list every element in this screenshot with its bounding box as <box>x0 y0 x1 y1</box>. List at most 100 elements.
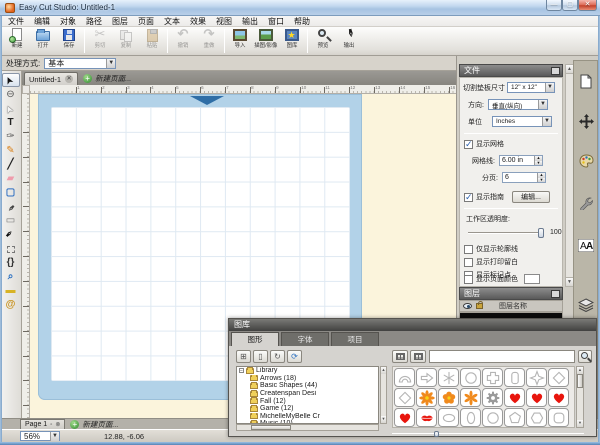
shape-flower6[interactable] <box>460 388 481 407</box>
maximize-button[interactable]: ▢ <box>562 0 578 11</box>
print-margin-checkbox[interactable] <box>464 258 473 267</box>
outlines-only-checkbox[interactable] <box>464 245 473 254</box>
shape-heart[interactable] <box>394 408 415 427</box>
shape-cross[interactable] <box>482 368 503 387</box>
shape-hexagon[interactable] <box>526 408 547 427</box>
pen-tool[interactable]: ✑ <box>2 130 20 144</box>
eyedropper-tool[interactable]: ✒ <box>2 200 20 214</box>
library-folder-tree[interactable]: −LibraryArrows (18)Basic Shapes (44)Crea… <box>236 366 379 424</box>
show-guides-checkbox[interactable] <box>464 193 473 202</box>
shape-circle[interactable] <box>482 408 503 427</box>
expander-icon[interactable]: − <box>239 368 244 373</box>
scroll-up-icon[interactable]: ▲ <box>566 65 573 74</box>
shape-heart[interactable] <box>504 388 525 407</box>
tree-vertical-scrollbar[interactable]: ▲ ▼ <box>380 366 387 424</box>
menu-item-4[interactable]: 路径 <box>81 16 107 27</box>
file-panel-header[interactable]: 文件 <box>459 64 563 77</box>
slider-thumb[interactable] <box>434 431 439 437</box>
tree-root-library[interactable]: −Library <box>237 367 378 375</box>
show-grid-checkbox[interactable] <box>464 140 473 149</box>
close-button[interactable]: ✕ <box>578 0 597 11</box>
edit-guides-button[interactable]: 编辑... <box>512 191 550 203</box>
wrench-icon[interactable] <box>578 195 594 211</box>
save-button[interactable]: 保存 <box>56 28 82 55</box>
close-icon[interactable]: ⊗ <box>55 421 60 428</box>
library-title-bar[interactable]: 图库 <box>229 319 596 331</box>
menu-item-11[interactable]: 窗口 <box>263 16 289 27</box>
spinner-buttons[interactable]: ▲▼ <box>537 173 545 182</box>
delete-button[interactable]: ▯ <box>253 350 268 363</box>
new-page-button[interactable]: + 新建页面... <box>78 72 136 85</box>
menu-item-10[interactable]: 输出 <box>237 16 263 27</box>
menu-item-12[interactable]: 帮助 <box>289 16 315 27</box>
tree-item-4[interactable]: Fall (12) <box>237 397 378 405</box>
shape-circle[interactable] <box>460 368 481 387</box>
shape-squircle[interactable] <box>548 408 569 427</box>
text-tool[interactable]: T <box>2 116 20 130</box>
scroll-down-icon[interactable]: ▼ <box>577 420 583 427</box>
shape-heart[interactable] <box>526 388 547 407</box>
library-window[interactable]: 图库 图形 字体 项目 ⊞ ▯ ↻ ⟳ −LibraryArrows (18)B… <box>228 318 597 437</box>
grid-view-small-button[interactable] <box>392 350 408 363</box>
menu-item-1[interactable]: 文件 <box>3 16 29 27</box>
shape-rounded-rect[interactable] <box>504 368 525 387</box>
scroll-thumb[interactable] <box>577 374 583 388</box>
subdivision-input[interactable]: 6 ▲▼ <box>502 172 546 183</box>
spinner-buttons[interactable]: ▲▼ <box>534 156 542 165</box>
output-pen-button[interactable]: ✒输出 <box>336 28 362 55</box>
tree-item-2[interactable]: Basic Shapes (44) <box>237 382 378 390</box>
knife-tool[interactable]: ✒ <box>2 228 20 242</box>
node-handles-tool[interactable]: {} <box>2 256 20 270</box>
shapes-vertical-scrollbar[interactable]: ▲ ▼ <box>576 366 584 428</box>
tab-fonts[interactable]: 字体 <box>281 332 329 346</box>
tree-item-6[interactable]: MichelleMyBelle Cr <box>237 413 378 421</box>
move-icon[interactable] <box>578 113 594 129</box>
library-search-input[interactable] <box>429 350 575 363</box>
shape-diamond[interactable] <box>394 388 415 407</box>
shape-flower5[interactable] <box>438 388 459 407</box>
tab-page-1[interactable]: Page 1 ▫ ⊗ <box>20 419 65 429</box>
scroll-up-icon[interactable]: ▲ <box>577 367 583 374</box>
scroll-up-icon[interactable]: ▲ <box>381 367 386 374</box>
eraser-tool[interactable]: ▰ <box>2 172 20 186</box>
shape-heart[interactable] <box>548 388 569 407</box>
crop-tool[interactable]: ▭ <box>2 214 20 228</box>
scroll-down-icon[interactable]: ▼ <box>566 277 573 286</box>
layers-panel-header[interactable]: 图层 <box>459 287 563 300</box>
library-star-button[interactable]: ★图库 <box>279 28 305 55</box>
layers-icon[interactable] <box>578 297 594 313</box>
tab-projects[interactable]: 项目 <box>331 332 379 346</box>
tab-untitled-1[interactable]: Untitled-1 ✕ <box>24 72 78 85</box>
lock-icon[interactable] <box>476 303 483 309</box>
menu-item-8[interactable]: 效果 <box>185 16 211 27</box>
menu-item-9[interactable]: 视图 <box>211 16 237 27</box>
line-tool[interactable]: ╱ <box>2 158 20 172</box>
page-color-checkbox[interactable] <box>464 275 473 284</box>
shape-ellipse-v[interactable] <box>460 408 481 427</box>
tab-shapes[interactable]: 图形 <box>231 332 279 346</box>
shape-gear[interactable] <box>482 388 503 407</box>
palette-icon[interactable] <box>578 153 594 169</box>
select-tool[interactable]: ➤ <box>2 73 20 87</box>
node-edit-tool[interactable]: ➤ <box>2 102 20 116</box>
refresh-button[interactable]: ⟳ <box>287 350 302 363</box>
slider-thumb[interactable] <box>538 228 544 238</box>
process-mode-select[interactable]: 基本 ▼ <box>44 58 116 69</box>
tree-item-5[interactable]: Game (12) <box>237 405 378 413</box>
shape-snowflake[interactable] <box>438 368 459 387</box>
marquee-tool[interactable] <box>2 242 20 256</box>
scroll-down-icon[interactable]: ▼ <box>381 416 386 423</box>
menu-item-6[interactable]: 页面 <box>133 16 159 27</box>
panel-menu-icon[interactable] <box>551 67 560 75</box>
tree-item-1[interactable]: Arrows (18) <box>237 375 378 383</box>
open-folder-button[interactable]: 打开 <box>30 28 56 55</box>
zoom-tool[interactable]: ⌕ <box>2 270 20 284</box>
import-shape-button[interactable]: ↻ <box>270 350 285 363</box>
mat-size-select[interactable]: 12" x 12" ▼ <box>507 82 555 93</box>
tree-item-3[interactable]: Createnspan Desi <box>237 390 378 398</box>
scroll-thumb[interactable] <box>251 425 291 430</box>
close-icon[interactable]: ✕ <box>65 75 73 83</box>
spiral-tool[interactable]: @ <box>2 298 20 312</box>
minimize-button[interactable]: — <box>546 0 562 11</box>
thumbnail-size-slider[interactable] <box>392 431 584 437</box>
